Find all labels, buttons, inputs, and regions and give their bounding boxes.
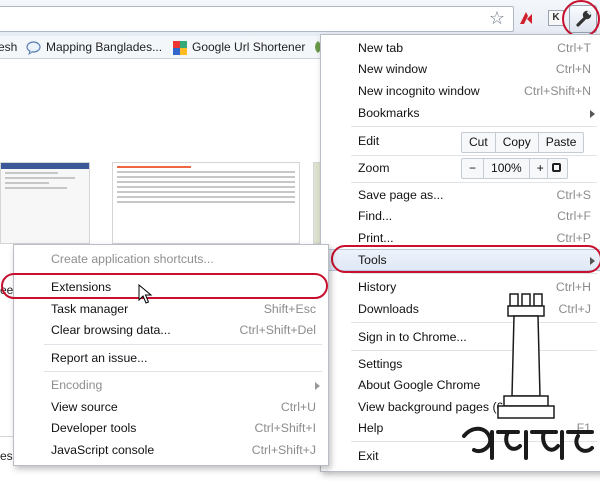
- page-thumbnail[interactable]: [112, 162, 300, 244]
- page-text-fragment: es: [0, 449, 13, 463]
- menu-separator: [351, 126, 597, 127]
- menu-separator: [44, 344, 322, 345]
- menu-item-create-shortcuts[interactable]: Create application shortcuts...: [14, 248, 328, 270]
- menu-separator: [351, 273, 597, 274]
- menu-item-javascript-console[interactable]: JavaScript console Ctrl+Shift+J: [14, 439, 328, 461]
- fullscreen-icon: [552, 163, 561, 172]
- zoom-level: 100%: [483, 159, 529, 178]
- fullscreen-button[interactable]: [547, 158, 568, 179]
- zoom-control: − 100% +: [461, 158, 552, 179]
- submenu-arrow-icon: [315, 382, 320, 390]
- menu-item-new-tab[interactable]: New tab Ctrl+T: [321, 37, 600, 59]
- address-bar[interactable]: [0, 6, 514, 32]
- bookmark-item[interactable]: esh: [0, 39, 17, 55]
- highlight-oval: [1, 273, 328, 299]
- menu-item-encoding[interactable]: Encoding: [14, 374, 328, 396]
- highlight-oval: [331, 245, 600, 273]
- menu-item-save-page[interactable]: Save page as... Ctrl+S: [321, 184, 600, 206]
- copy-button[interactable]: Copy: [494, 133, 538, 152]
- menu-separator: [44, 371, 322, 372]
- browser-toolbar: ☆ K: [0, 0, 600, 38]
- chat-bubble-icon: [26, 41, 41, 55]
- menu-item-clear-browsing-data[interactable]: Clear browsing data... Ctrl+Shift+Del: [14, 319, 328, 341]
- extension-icon[interactable]: [518, 10, 534, 26]
- star-icon[interactable]: ☆: [488, 9, 506, 27]
- menu-item-find[interactable]: Find... Ctrl+F: [321, 205, 600, 227]
- submenu-arrow-icon: [590, 110, 595, 118]
- bookmark-item[interactable]: Mapping Banglades...: [26, 39, 162, 55]
- bookmark-label: Mapping Banglades...: [46, 40, 163, 54]
- mouse-cursor-icon: [138, 284, 153, 304]
- page-thumbnail[interactable]: [0, 162, 90, 244]
- watermark-logo: [462, 293, 594, 460]
- paste-button[interactable]: Paste: [537, 133, 584, 152]
- menu-item-new-window[interactable]: New window Ctrl+N: [321, 58, 600, 80]
- menu-item-view-source[interactable]: View source Ctrl+U: [14, 396, 328, 418]
- cut-button[interactable]: Cut: [462, 133, 495, 152]
- menu-item-zoom: Zoom − 100% +: [321, 156, 600, 180]
- menu-item-edit: Edit Cut Copy Paste: [321, 129, 600, 154]
- highlight-oval: [562, 0, 600, 38]
- edit-button-group: Cut Copy Paste: [461, 132, 585, 153]
- menu-item-report-issue[interactable]: Report an issue...: [14, 347, 328, 369]
- menu-separator: [351, 182, 597, 183]
- divider: [0, 436, 14, 437]
- menu-item-new-incognito-window[interactable]: New incognito window Ctrl+Shift+N: [321, 80, 600, 102]
- menu-item-bookmarks[interactable]: Bookmarks: [321, 102, 600, 124]
- menu-item-task-manager[interactable]: Task manager Shift+Esc: [14, 298, 328, 320]
- menu-item-developer-tools[interactable]: Developer tools Ctrl+Shift+I: [14, 417, 328, 439]
- zoom-out-button[interactable]: −: [462, 159, 483, 178]
- google-logo-icon: [173, 40, 187, 55]
- bookmark-label: esh: [0, 40, 18, 54]
- bookmark-label: Google Url Shortener: [192, 40, 306, 54]
- bookmark-item[interactable]: Google Url Shortener: [173, 39, 305, 55]
